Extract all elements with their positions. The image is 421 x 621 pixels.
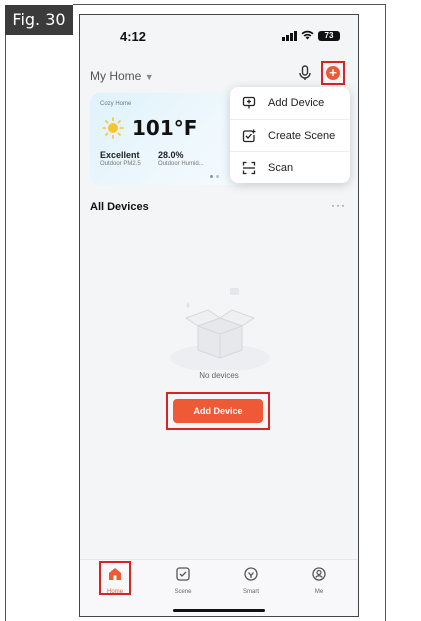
caret-down-icon: ▼ bbox=[144, 72, 154, 82]
tab-label: Home bbox=[106, 589, 123, 595]
add-device-highlight: Add Device bbox=[166, 392, 270, 430]
tab-bar: Home Scene Smart Me bbox=[80, 559, 358, 616]
menu-item-scan[interactable]: Scan bbox=[230, 151, 350, 184]
air-quality-value: Excellent bbox=[100, 150, 140, 160]
battery-icon: 73 bbox=[318, 31, 340, 41]
home-icon bbox=[109, 568, 121, 580]
smart-icon bbox=[244, 567, 258, 581]
add-device-icon bbox=[242, 96, 256, 109]
humidity-value: 28.0% bbox=[158, 150, 184, 160]
status-bar: 4:12 73 bbox=[80, 15, 358, 55]
empty-state-text: No devices bbox=[199, 371, 239, 380]
weather-card[interactable]: Cozy Home 101°F Excellent Outdoor PM2.5 … bbox=[90, 93, 250, 185]
profile-icon bbox=[312, 567, 326, 581]
phone-screen: 4:12 73 My Home ▼ + Cozy Home 101°F Exce… bbox=[79, 14, 359, 617]
home-selector[interactable]: My Home ▼ bbox=[90, 69, 154, 83]
air-quality-label: Outdoor PM2.5 bbox=[100, 161, 141, 167]
plus-icon[interactable]: + bbox=[326, 66, 340, 80]
frame-border-right bbox=[385, 4, 386, 621]
signal-icon bbox=[282, 31, 297, 41]
menu-item-label: Create Scene bbox=[268, 130, 336, 142]
menu-item-add-device[interactable]: Add Device bbox=[230, 87, 350, 119]
empty-box-illustration bbox=[170, 288, 270, 370]
scene-icon bbox=[176, 567, 190, 581]
scan-icon bbox=[242, 161, 256, 175]
tab-label: Me bbox=[314, 589, 324, 595]
home-label: Cozy Home bbox=[100, 101, 132, 107]
frame-border-top bbox=[73, 4, 386, 5]
create-scene-icon bbox=[242, 129, 256, 143]
tab-scene[interactable]: Scene bbox=[163, 566, 203, 595]
temperature: 101°F bbox=[132, 116, 198, 140]
menu-item-create-scene[interactable]: Create Scene bbox=[230, 119, 350, 152]
tab-home[interactable]: Home bbox=[95, 566, 135, 595]
humidity-stat: 28.0% Outdoor Humid... bbox=[158, 150, 204, 167]
dropdown-menu: Add Device Create Scene Scan bbox=[230, 87, 350, 183]
humidity-label: Outdoor Humid... bbox=[158, 161, 204, 167]
tab-me[interactable]: Me bbox=[299, 566, 339, 595]
menu-item-label: Add Device bbox=[268, 97, 325, 109]
frame-border-left bbox=[5, 35, 6, 621]
status-icons: 73 bbox=[282, 30, 340, 42]
microphone-icon[interactable] bbox=[296, 64, 314, 82]
sun-icon bbox=[102, 117, 124, 139]
figure-label: Fig. 30 bbox=[5, 5, 73, 35]
section-title: All Devices bbox=[90, 201, 149, 213]
more-options-icon[interactable]: ··· bbox=[331, 198, 346, 212]
home-indicator bbox=[173, 609, 265, 612]
air-quality-stat: Excellent Outdoor PM2.5 bbox=[100, 150, 141, 167]
add-device-button[interactable]: Add Device bbox=[173, 399, 263, 423]
status-time: 4:12 bbox=[120, 29, 147, 44]
wifi-icon bbox=[301, 30, 314, 42]
menu-item-label: Scan bbox=[268, 162, 294, 174]
add-button-highlight: + bbox=[321, 61, 345, 85]
tab-label: Smart bbox=[242, 589, 259, 595]
tab-label: Scene bbox=[174, 589, 192, 595]
tab-smart[interactable]: Smart bbox=[231, 566, 271, 595]
home-name: My Home bbox=[90, 69, 142, 83]
page-dots bbox=[210, 175, 219, 178]
